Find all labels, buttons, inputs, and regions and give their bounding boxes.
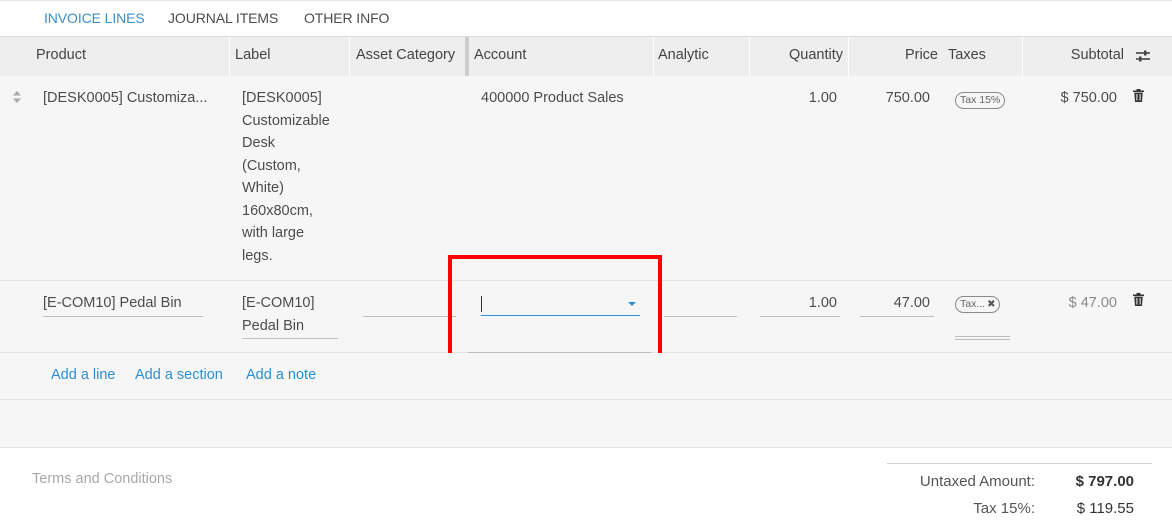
add-actions-row: Add a line Add a section Add a note — [0, 353, 1172, 400]
column-header-quantity[interactable]: Quantity — [752, 47, 843, 63]
tab-other-info[interactable]: OTHER INFO — [304, 10, 389, 26]
line-quantity[interactable]: 1.00 — [760, 87, 837, 110]
line-price[interactable]: 750.00 — [860, 87, 930, 110]
column-header-price[interactable]: Price — [852, 47, 938, 63]
notebook-tabs: INVOICE LINES JOURNAL ITEMS OTHER INFO — [0, 0, 1172, 37]
tax-value: $ 119.55 — [1076, 500, 1134, 517]
tab-invoice-lines[interactable]: INVOICE LINES — [44, 10, 145, 26]
trash-icon[interactable] — [1133, 89, 1144, 102]
column-header-product[interactable]: Product — [36, 47, 86, 63]
column-header-label[interactable]: Label — [235, 47, 270, 63]
add-note-link[interactable]: Add a note — [246, 367, 316, 383]
tax-tag: Tax 15% — [955, 92, 1006, 109]
line-label[interactable]: [DESK0005] Customizable Desk (Custom, Wh… — [242, 87, 352, 267]
tax-label: Tax 15%: — [973, 500, 1035, 517]
column-header-asset-category[interactable]: Asset Category — [356, 47, 455, 63]
add-line-link[interactable]: Add a line — [51, 367, 116, 383]
column-header-taxes[interactable]: Taxes — [948, 47, 986, 63]
line-product[interactable]: [DESK0005] Customiza... — [43, 87, 207, 110]
table-row[interactable]: [DESK0005] Customiza... [DESK0005] Custo… — [0, 76, 1172, 281]
table-header: Product Label Asset Category Account Ana… — [0, 36, 1172, 77]
tax-tag-editable[interactable]: Tax... ✖ — [955, 296, 1001, 313]
line-subtotal: $ 47.00 — [1068, 295, 1117, 311]
drag-handle-icon[interactable] — [12, 91, 22, 103]
column-header-subtotal[interactable]: Subtotal — [1026, 47, 1124, 63]
line-subtotal: $ 750.00 — [1060, 90, 1117, 106]
empty-row — [0, 400, 1172, 448]
column-header-account[interactable]: Account — [474, 47, 526, 63]
tab-journal-items[interactable]: JOURNAL ITEMS — [168, 10, 278, 26]
line-account[interactable]: 400000 Product Sales — [481, 87, 624, 110]
line-price-input[interactable]: 47.00 — [860, 292, 930, 315]
trash-icon[interactable] — [1133, 293, 1144, 306]
line-quantity-input[interactable]: 1.00 — [760, 292, 837, 315]
highlight-box — [448, 255, 662, 366]
column-resize-handle[interactable] — [465, 37, 469, 77]
line-label-input[interactable]: [E-COM10] Pedal Bin — [242, 292, 338, 337]
line-product-input[interactable]: [E-COM10] Pedal Bin — [43, 292, 182, 315]
add-section-link[interactable]: Add a section — [135, 367, 223, 383]
terms-and-conditions-field[interactable]: Terms and Conditions — [32, 471, 172, 487]
optional-columns-icon[interactable] — [1135, 49, 1151, 63]
totals-divider — [887, 463, 1152, 464]
untaxed-amount-label: Untaxed Amount: — [919, 473, 1035, 490]
asset-category-input[interactable] — [363, 316, 456, 317]
analytic-input[interactable] — [664, 316, 737, 317]
remove-tag-icon[interactable]: ✖ — [987, 299, 995, 310]
column-header-analytic[interactable]: Analytic — [658, 47, 709, 63]
untaxed-amount-value: $ 797.00 — [1075, 473, 1134, 490]
